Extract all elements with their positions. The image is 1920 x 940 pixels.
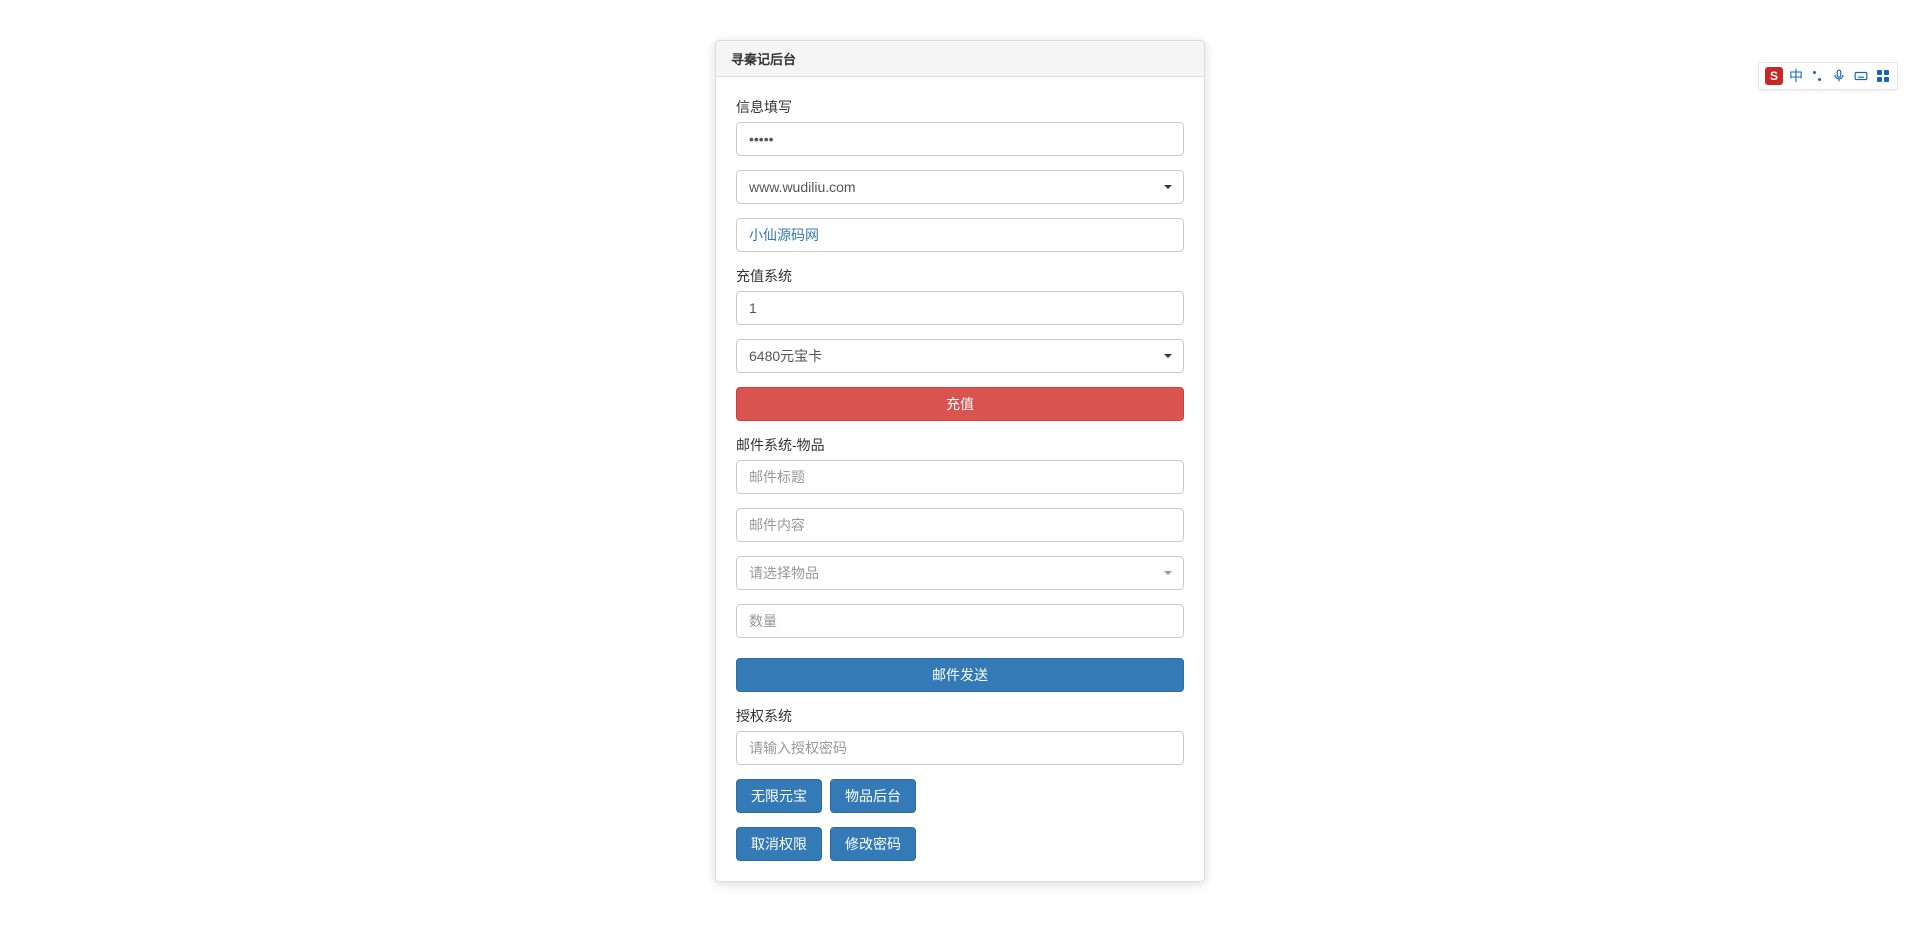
ime-lang-indicator[interactable]: 中 (1789, 66, 1803, 86)
apps-grid-icon[interactable] (1875, 68, 1891, 84)
mail-qty-input[interactable] (736, 604, 1184, 638)
ime-punct-icon[interactable] (1809, 68, 1825, 84)
mail-section-label: 邮件系统-物品 (736, 435, 1184, 455)
mail-content-input[interactable] (736, 508, 1184, 542)
panel-title: 寻秦记后台 (716, 41, 1204, 77)
item-admin-button[interactable]: 物品后台 (830, 779, 916, 813)
recharge-card-select[interactable] (736, 339, 1184, 373)
mail-submit-button[interactable]: 邮件发送 (736, 658, 1184, 692)
revoke-permission-button[interactable]: 取消权限 (736, 827, 822, 861)
ime-toolbar: S 中 (1758, 62, 1898, 90)
mail-item-select-wrap (736, 556, 1184, 590)
recharge-card-select-wrap (736, 339, 1184, 373)
auth-button-row-2: 取消权限 修改密码 (736, 827, 1184, 861)
auth-button-row-1: 无限元宝 物品后台 (736, 779, 1184, 813)
server-select-wrap (736, 170, 1184, 204)
recharge-quantity-input[interactable] (736, 291, 1184, 325)
info-password-input[interactable] (736, 122, 1184, 156)
change-password-button[interactable]: 修改密码 (830, 827, 916, 861)
auth-password-input[interactable] (736, 731, 1184, 765)
sogou-logo-icon: S (1765, 67, 1783, 85)
keyboard-icon[interactable] (1853, 68, 1869, 84)
mail-title-input[interactable] (736, 460, 1184, 494)
microphone-icon[interactable] (1831, 68, 1847, 84)
info-section-label: 信息填写 (736, 97, 1184, 117)
panel-body: 信息填写 充值系统 充值 邮件系统-物品 邮件发送 授权系统 无限元宝 (716, 77, 1204, 881)
server-select[interactable] (736, 170, 1184, 204)
mail-item-select[interactable] (736, 556, 1184, 590)
account-input[interactable] (736, 218, 1184, 252)
recharge-section-label: 充值系统 (736, 266, 1184, 286)
unlimited-yuanbao-button[interactable]: 无限元宝 (736, 779, 822, 813)
recharge-submit-button[interactable]: 充值 (736, 387, 1184, 421)
admin-panel: 寻秦记后台 信息填写 充值系统 充值 邮件系统-物品 邮件发送 授权系统 (715, 40, 1205, 882)
auth-section-label: 授权系统 (736, 706, 1184, 726)
